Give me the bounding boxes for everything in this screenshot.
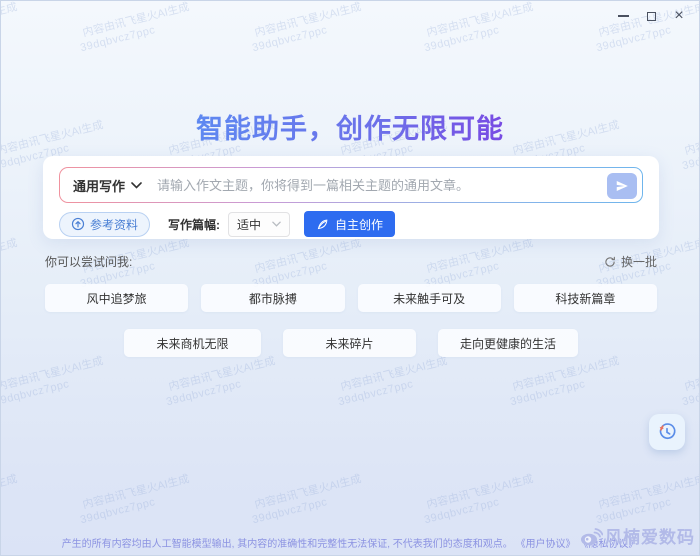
history-button[interactable] xyxy=(649,414,685,450)
paper-plane-icon xyxy=(615,179,629,193)
page-title: 智能助手，创作无限可能 xyxy=(1,107,699,146)
auto-create-button[interactable]: 自主创作 xyxy=(304,211,395,237)
app-window: 内容由讯飞星火AI生成39dqbvcz7ppc内容由讯飞星火AI生成39dqbv… xyxy=(0,0,700,556)
suggestion-chip[interactable]: 未来商机无限 xyxy=(124,329,261,357)
suggestions-prompt: 你可以尝试问我: xyxy=(45,253,132,270)
suggestion-chip[interactable]: 未来触手可及 xyxy=(358,284,501,312)
length-select-value: 适中 xyxy=(237,216,261,233)
close-icon[interactable]: × xyxy=(671,8,687,24)
reference-material-button[interactable]: 参考资料 xyxy=(59,212,150,237)
user-agreement-link[interactable]: 《用户协议》 xyxy=(516,539,576,550)
length-label: 写作篇幅: xyxy=(168,216,220,233)
upload-cloud-icon xyxy=(71,217,85,231)
window-controls: × xyxy=(615,8,687,24)
chevron-down-icon xyxy=(131,182,142,189)
refresh-icon xyxy=(604,256,616,268)
maximize-icon[interactable] xyxy=(643,8,659,24)
suggestion-chip[interactable]: 走向更健康的生活 xyxy=(438,329,578,357)
length-select[interactable]: 适中 xyxy=(228,212,290,237)
topic-input[interactable] xyxy=(157,178,600,193)
suggestion-chip[interactable]: 未来碎片 xyxy=(283,329,416,357)
weibo-watermark: 风楠爱数码 xyxy=(579,523,695,548)
composer-card: 通用写作 参考资料 写作篇幅: 适中 xyxy=(43,156,659,239)
suggestion-chip[interactable]: 风中追梦旅 xyxy=(45,284,188,312)
topic-input-wrapper: 通用写作 xyxy=(59,167,643,203)
writing-mode-value: 通用写作 xyxy=(73,176,125,195)
writing-mode-select[interactable]: 通用写作 xyxy=(73,176,142,195)
minimize-icon[interactable] xyxy=(615,8,631,24)
reference-material-label: 参考资料 xyxy=(90,216,138,233)
suggestion-chip[interactable]: 都市脉搏 xyxy=(201,284,344,312)
suggestion-chip[interactable]: 科技新篇章 xyxy=(514,284,657,312)
chevron-down-icon xyxy=(272,221,281,227)
disclaimer-text: 产生的所有内容均由人工智能模型输出, 其内容的准确性和完整性无法保证, 不代表我… xyxy=(62,539,513,550)
weibo-watermark-text: 风楠爱数码 xyxy=(605,523,695,548)
refresh-suggestions-button[interactable]: 换一批 xyxy=(604,253,657,270)
suggestion-row-1: 风中追梦旅 都市脉搏 未来触手可及 科技新篇章 xyxy=(45,284,657,312)
weibo-logo-icon xyxy=(579,524,603,548)
history-icon xyxy=(657,422,677,442)
refresh-label: 换一批 xyxy=(621,253,657,270)
quill-icon xyxy=(316,218,329,231)
suggestion-row-2: 未来商机无限 未来碎片 走向更健康的生活 xyxy=(1,329,700,357)
auto-create-label: 自主创作 xyxy=(335,216,383,233)
send-button[interactable] xyxy=(607,173,637,199)
